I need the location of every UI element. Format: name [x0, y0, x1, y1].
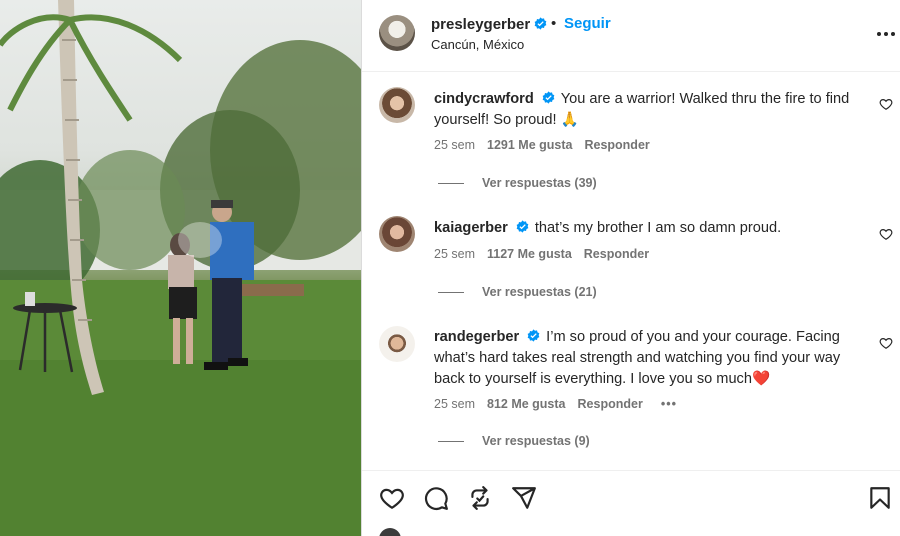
reply-button[interactable]: Responder [584, 247, 649, 261]
comment-body: kaiagerber that’s my brother I am so damn… [434, 218, 872, 239]
commenter-username[interactable]: randegerber [434, 329, 519, 345]
view-replies-button[interactable]: Ver respuestas (39) [438, 176, 597, 190]
repost-icon[interactable] [467, 485, 493, 511]
comment-likes[interactable]: 812 Me gusta [487, 397, 566, 411]
replies-line [438, 292, 464, 294]
commenter-avatar[interactable] [379, 216, 415, 252]
comment-meta: 25 sem 1127 Me gusta Responder [434, 247, 661, 261]
verified-badge-icon [542, 91, 555, 104]
view-replies-label: Ver respuestas (21) [482, 285, 597, 299]
follow-button[interactable]: Seguir [564, 15, 611, 32]
comment-like-heart-icon[interactable] [879, 336, 893, 350]
view-replies-label: Ver respuestas (9) [482, 434, 590, 448]
comment-time[interactable]: 25 sem [434, 397, 475, 411]
heart-icon[interactable] [379, 485, 405, 511]
verified-badge-icon [516, 220, 529, 233]
comment-body: cindycrawford You are a warrior! Walked t… [434, 89, 872, 131]
commenter-avatar[interactable] [379, 87, 415, 123]
reply-button[interactable]: Responder [584, 138, 649, 152]
replies-line [438, 183, 464, 185]
comment-options-button[interactable]: ••• [661, 397, 677, 411]
comment-meta: 25 sem 1291 Me gusta Responder [434, 138, 662, 152]
view-replies-label: Ver respuestas (39) [482, 176, 597, 190]
author-username-wrap[interactable]: presleygerber [431, 16, 547, 33]
view-replies-button[interactable]: Ver respuestas (9) [438, 434, 590, 448]
commenter-username[interactable]: kaiagerber [434, 220, 508, 236]
post-side-panel: presleygerber • Seguir Cancún, México ci… [362, 0, 900, 536]
author-username[interactable]: presleygerber [431, 16, 530, 33]
verified-badge-icon [527, 329, 540, 342]
commenter-avatar[interactable] [379, 326, 415, 362]
liked-by-avatar[interactable] [379, 528, 401, 536]
replies-line [438, 441, 464, 443]
author-avatar[interactable] [379, 15, 415, 51]
photo-scene [0, 0, 361, 536]
comment-likes[interactable]: 1127 Me gusta [487, 247, 572, 261]
view-replies-button[interactable]: Ver respuestas (21) [438, 285, 597, 299]
comment-text: that’s my brother I am so damn proud. [534, 220, 782, 236]
post-photo[interactable] [0, 0, 361, 536]
bookmark-icon[interactable] [867, 485, 893, 511]
comment-like-heart-icon[interactable] [879, 227, 893, 241]
comment-body: randegerber I’m so proud of you and your … [434, 327, 872, 390]
reply-button[interactable]: Responder [578, 397, 643, 411]
header-separator-dot: • [551, 15, 557, 32]
comment-likes[interactable]: 1291 Me gusta [487, 138, 572, 152]
actions-separator [362, 470, 900, 471]
share-icon[interactable] [511, 485, 537, 511]
comment-meta: 25 sem 812 Me gusta Responder ••• [434, 397, 689, 411]
post-location[interactable]: Cancún, México [431, 37, 524, 52]
comment-time[interactable]: 25 sem [434, 138, 475, 152]
comment-time[interactable]: 25 sem [434, 247, 475, 261]
comment-like-heart-icon[interactable] [879, 97, 893, 111]
verified-badge-icon [534, 17, 547, 30]
commenter-username[interactable]: cindycrawford [434, 91, 534, 107]
more-horizontal-icon[interactable] [876, 24, 896, 44]
post-header: presleygerber • Seguir Cancún, México [362, 0, 900, 72]
comment-icon[interactable] [423, 485, 449, 511]
